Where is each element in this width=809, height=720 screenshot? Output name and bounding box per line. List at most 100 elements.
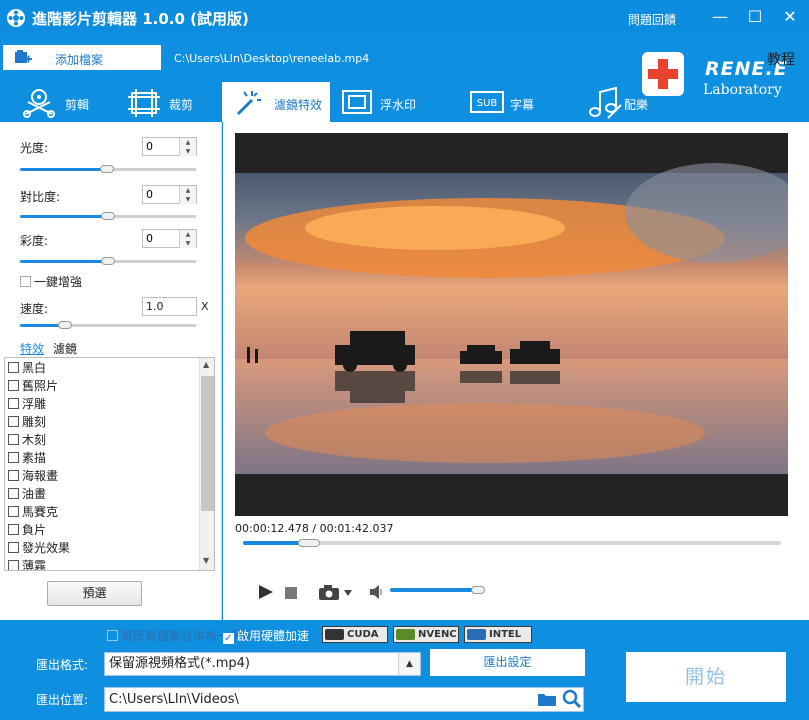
feedback-link[interactable]: 問題回饋 [628, 11, 676, 28]
effect-checkbox[interactable] [8, 506, 19, 517]
maximize-button[interactable]: ☐ [743, 6, 767, 28]
seek-bar[interactable] [243, 541, 781, 545]
saturation-slider-thumb[interactable] [101, 257, 115, 265]
effect-checkbox[interactable] [8, 362, 19, 373]
video-frame-image [235, 163, 788, 474]
intel-badge: INTEL [464, 626, 532, 643]
saturation-input[interactable] [143, 230, 179, 247]
hw-accel-checkbox[interactable]: ✓ 啟用硬體加速 [223, 627, 309, 644]
watermark-icon [342, 90, 372, 114]
auto-enhance-label: 一鍵增強 [34, 275, 83, 289]
list-item[interactable]: 雕刻 [8, 414, 46, 431]
saturation-stepper[interactable]: ▲ ▼ [142, 229, 197, 248]
effect-label: 油畫 [22, 487, 47, 501]
effect-checkbox[interactable] [8, 398, 19, 409]
down-arrow-icon[interactable]: ▼ [179, 195, 196, 204]
current-time: 00:00:12.478 [235, 522, 309, 535]
brightness-input[interactable] [143, 138, 179, 155]
list-item[interactable]: 木刻 [8, 432, 46, 449]
play-icon[interactable] [258, 584, 274, 600]
hw-accel-label: 啟用硬體加速 [237, 629, 310, 643]
effect-label: 雕刻 [22, 415, 47, 429]
format-select[interactable]: 保留源視頻格式(*.mp4) [104, 652, 421, 676]
dropdown-arrow-icon[interactable]: ▲ [398, 653, 420, 675]
up-arrow-icon[interactable]: ▲ [179, 138, 196, 147]
volume-slider-thumb[interactable] [471, 586, 485, 594]
checkmark-icon[interactable]: ✓ [223, 633, 234, 644]
tab-subtitle-label: 字幕 [510, 98, 535, 112]
search-icon[interactable] [562, 689, 582, 709]
list-item[interactable]: 負片 [8, 522, 46, 539]
list-item[interactable]: 素描 [8, 450, 46, 467]
tab-music[interactable]: 配樂 [584, 82, 654, 122]
brightness-stepper[interactable]: ▲ ▼ [142, 137, 197, 156]
nvidia-icon [325, 629, 344, 640]
merge-checkbox-box[interactable] [107, 630, 118, 641]
stop-icon[interactable] [285, 587, 297, 599]
contrast-slider-thumb[interactable] [101, 212, 115, 220]
list-item[interactable]: 海報畫 [8, 468, 58, 485]
auto-enhance-box[interactable] [20, 276, 31, 287]
folder-icon[interactable] [537, 691, 557, 707]
volume-icon[interactable] [369, 585, 385, 599]
camera-snapshot-icon[interactable] [318, 584, 354, 600]
brightness-slider-thumb[interactable] [100, 165, 114, 173]
effect-checkbox[interactable] [8, 380, 19, 391]
tab-watermark[interactable]: 浮水印 [338, 82, 448, 122]
close-button[interactable]: ✕ [778, 6, 802, 28]
tab-music-label: 配樂 [624, 98, 649, 112]
tab-crop-label: 裁剪 [169, 98, 194, 112]
tab-crop[interactable]: 裁剪 [110, 82, 220, 122]
tab-subtitle[interactable]: SUB 字幕 [466, 82, 576, 122]
effect-checkbox[interactable] [8, 452, 19, 463]
tab-cut[interactable]: 剪輯 [0, 82, 110, 122]
export-settings-button[interactable]: 匯出設定 [430, 649, 585, 676]
tab-filters[interactable]: 濾鏡 [53, 340, 77, 357]
video-preview[interactable] [235, 133, 788, 516]
effect-checkbox[interactable] [8, 434, 19, 445]
app-logo-icon [6, 8, 26, 28]
up-arrow-icon[interactable]: ▲ [179, 230, 196, 239]
contrast-input[interactable] [143, 186, 179, 203]
tab-filter-effects[interactable]: 濾鏡特效 [222, 82, 330, 122]
list-item[interactable]: 舊照片 [8, 378, 58, 395]
add-file-button[interactable]: 添加檔案 [3, 45, 161, 70]
down-arrow-icon[interactable]: ▼ [179, 239, 196, 248]
list-item[interactable]: 油畫 [8, 486, 46, 503]
effect-checkbox[interactable] [8, 542, 19, 553]
tutorial-link[interactable]: 教程 [767, 49, 795, 69]
tab-filter-effects-label: 濾鏡特效 [274, 98, 323, 112]
up-arrow-icon[interactable]: ▲ [179, 186, 196, 195]
scroll-up-icon[interactable]: ▲ [203, 360, 209, 369]
nvenc-label: NVENC [418, 629, 457, 640]
start-button[interactable]: 開始 [626, 652, 786, 702]
effect-checkbox[interactable] [8, 560, 19, 570]
effect-checkbox[interactable] [8, 416, 19, 427]
minimize-button[interactable]: — [708, 6, 732, 28]
effect-checkbox[interactable] [8, 488, 19, 499]
effect-checkbox[interactable] [8, 470, 19, 481]
effect-checkbox[interactable] [8, 524, 19, 535]
list-item[interactable]: 薄霧 [8, 558, 46, 570]
speed-input[interactable]: 1.0 [142, 297, 197, 316]
contrast-stepper[interactable]: ▲ ▼ [142, 185, 197, 204]
tab-watermark-label: 浮水印 [380, 98, 417, 112]
auto-enhance-checkbox[interactable]: 一鍵增強 [20, 273, 82, 290]
output-path-field[interactable]: C:\Users\LIn\Videos\ [104, 687, 584, 712]
seek-bar-thumb[interactable] [298, 539, 320, 547]
tab-effects[interactable]: 特效 [20, 340, 44, 357]
speed-slider[interactable] [20, 324, 196, 327]
effect-label: 黑白 [22, 361, 47, 375]
speed-slider-thumb[interactable] [58, 321, 72, 329]
list-item[interactable]: 浮雕 [8, 396, 46, 413]
list-item[interactable]: 黑白 [8, 360, 46, 377]
list-item[interactable]: 馬賽克 [8, 504, 58, 521]
preset-button[interactable]: 預選 [47, 581, 142, 606]
scrollbar-thumb[interactable] [201, 376, 214, 511]
intel-label: INTEL [489, 629, 522, 640]
speed-slider-rest [64, 324, 196, 327]
list-item[interactable]: 發光效果 [8, 540, 70, 557]
down-arrow-icon[interactable]: ▼ [179, 147, 196, 156]
effects-scrollbar[interactable]: ▲ ▼ [199, 358, 214, 570]
scroll-down-icon[interactable]: ▼ [203, 556, 209, 565]
